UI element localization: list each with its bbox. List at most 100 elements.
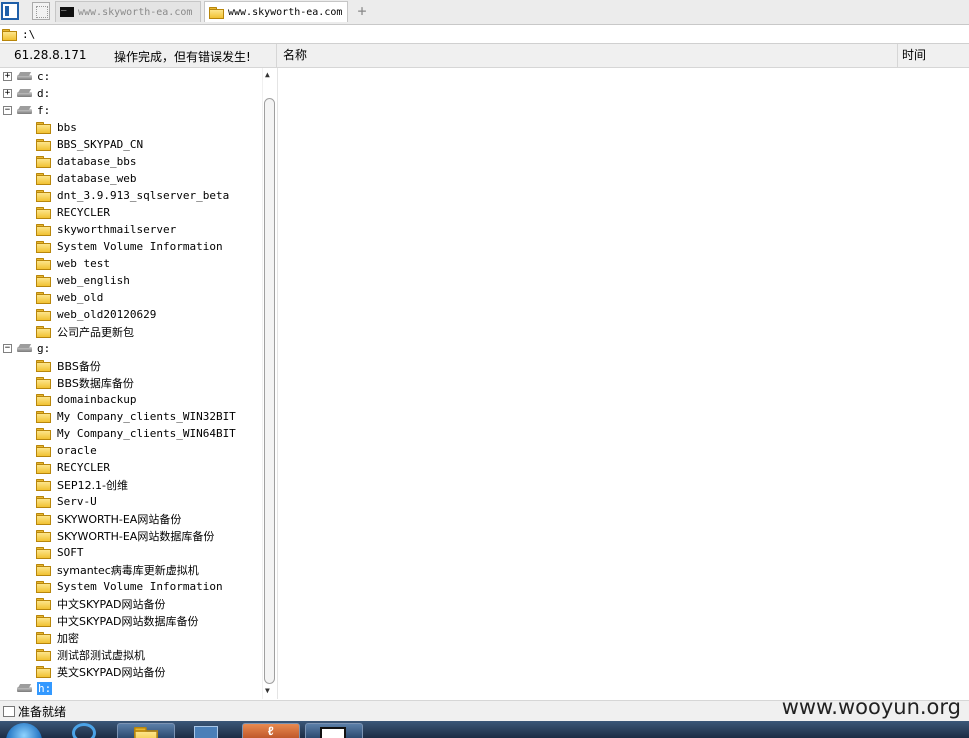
tree-node-label: 公司产品更新包 <box>57 325 134 339</box>
tree-folder-node[interactable]: web_old <box>36 289 103 306</box>
folder-icon <box>36 241 51 253</box>
tree-node-label: 中文SKYPAD网站数据库备份 <box>57 614 199 628</box>
collapse-icon[interactable]: − <box>3 344 12 353</box>
tree-folder-node[interactable]: RECYCLER <box>36 204 110 221</box>
tree-node-label: System Volume Information <box>57 580 223 593</box>
folder-icon <box>36 292 51 304</box>
tree-node-label: SEP12.1-创维 <box>57 478 129 492</box>
tree-folder-node[interactable]: My Company_clients_WIN64BIT <box>36 425 236 442</box>
tree-folder-node[interactable]: 公司产品更新包 <box>36 323 134 340</box>
folder-icon <box>36 411 51 423</box>
scroll-up-icon[interactable]: ▲ <box>265 70 270 79</box>
folder-icon <box>209 6 224 19</box>
status-text: 准备就绪 <box>18 704 67 719</box>
tree-node-label: Serv-U <box>57 495 97 508</box>
tree-folder-node[interactable]: symantec病毒库更新虚拟机 <box>36 561 199 578</box>
tree-folder-node[interactable]: dnt_3.9.913_sqlserver_beta <box>36 187 229 204</box>
column-header-time[interactable]: 时间 <box>897 44 969 67</box>
tree-folder-node[interactable]: web_english <box>36 272 130 289</box>
tree-node-label: symantec病毒库更新虚拟机 <box>57 563 199 577</box>
tree-scrollbar[interactable]: ▲ ▼ <box>262 68 277 699</box>
taskbar-ie-icon[interactable] <box>50 723 110 738</box>
tree-node-label: BBS备份 <box>57 359 101 373</box>
tree-folder-node[interactable]: 中文SKYPAD网站数据库备份 <box>36 612 198 629</box>
column-header-name[interactable]: 名称 <box>276 44 307 67</box>
tree-folder-node[interactable]: BBS_SKYPAD_CN <box>36 136 143 153</box>
status-icon <box>3 705 15 717</box>
folder-icon <box>36 377 51 389</box>
tree-drive-node[interactable]: + d: <box>3 85 50 102</box>
tree-folder-node[interactable]: BBS备份 <box>36 357 101 374</box>
tree-node-label: domainbackup <box>57 393 137 406</box>
expand-icon[interactable]: + <box>3 89 12 98</box>
operation-status: 操作完成，但有错误发生! <box>114 50 251 64</box>
tree-node-label: dnt_3.9.913_sqlserver_beta <box>57 189 230 202</box>
folder-icon <box>36 122 51 134</box>
tree-node-label: BBS_SKYPAD_CN <box>57 138 144 151</box>
tree-folder-node[interactable]: Serv-U <box>36 493 97 510</box>
tree-folder-node[interactable]: web_old20120629 <box>36 306 156 323</box>
tree-folder-node[interactable]: 加密 <box>36 629 79 646</box>
taskbar-media-icon[interactable] <box>180 723 238 738</box>
tree-drive-node[interactable]: − f: <box>3 102 50 119</box>
tree-drive-node[interactable]: + c: <box>3 68 50 85</box>
tree-node-label: bbs <box>57 121 77 134</box>
tree-folder-node[interactable]: SEP12.1-创维 <box>36 476 128 493</box>
tree-folder-node[interactable]: System Volume Information <box>36 238 223 255</box>
tree-folder-node[interactable]: SOFT <box>36 544 84 561</box>
tree-folder-node[interactable]: SKYWORTH-EA网站备份 <box>36 510 181 527</box>
tree-node-label: h: <box>37 682 53 695</box>
console-icon <box>60 2 74 17</box>
tree-folder-node[interactable]: oracle <box>36 442 97 459</box>
tree-folder-node[interactable]: skyworthmailserver <box>36 221 176 238</box>
folder-icon <box>36 309 51 321</box>
drive-icon <box>17 89 32 98</box>
tree-folder-node[interactable]: RECYCLER <box>36 459 110 476</box>
tree-folder-node[interactable]: SKYWORTH-EA网站数据库备份 <box>36 527 214 544</box>
tab-console[interactable]: www.skyworth-ea.com <box>55 1 201 22</box>
app-logo-icon[interactable] <box>1 2 19 20</box>
tree-node-label: database_bbs <box>57 155 137 168</box>
scroll-down-icon[interactable]: ▼ <box>265 686 270 695</box>
file-list[interactable] <box>277 68 969 699</box>
new-window-icon[interactable] <box>32 2 50 20</box>
start-button[interactable] <box>6 723 42 738</box>
taskbar-explorer-button[interactable] <box>117 723 175 738</box>
collapse-icon[interactable]: − <box>3 106 12 115</box>
tree-folder-node[interactable]: 中文SKYPAD网站备份 <box>36 595 165 612</box>
tree-node-label: 加密 <box>57 631 79 645</box>
tree-folder-node[interactable]: BBS数据库备份 <box>36 374 134 391</box>
tree-node-label: web test <box>57 257 110 270</box>
tree-drive-node[interactable]: − g: <box>3 340 51 357</box>
tree-folder-node[interactable]: System Volume Information <box>36 578 223 595</box>
folder-icon <box>36 275 51 287</box>
tree-folder-node[interactable]: web test <box>36 255 110 272</box>
taskbar-app-button[interactable]: ℓ <box>242 723 300 738</box>
tree-folder-node[interactable]: 测试部测试虚拟机 <box>36 646 145 663</box>
tree-node-label: SOFT <box>57 546 84 559</box>
folder-icon <box>36 156 51 168</box>
tab-label: www.skyworth-ea.com <box>78 6 193 18</box>
path-input[interactable]: :\ <box>22 28 35 41</box>
tab-file-manager[interactable]: www.skyworth-ea.com <box>204 1 348 22</box>
tree-node-label: web_english <box>57 274 130 287</box>
expand-icon[interactable]: + <box>3 72 12 81</box>
folder-icon <box>36 462 51 474</box>
tree-folder-node[interactable]: database_bbs <box>36 153 136 170</box>
scroll-thumb[interactable] <box>264 98 275 684</box>
add-tab-button[interactable]: + <box>354 2 370 20</box>
folder-icon <box>36 513 51 525</box>
tree-folder-node[interactable]: 英文SKYPAD网站备份 <box>36 663 165 680</box>
tab-bar: www.skyworth-ea.com www.skyworth-ea.com … <box>0 0 969 25</box>
drive-icon <box>17 344 32 353</box>
tree-folder-node[interactable]: bbs <box>36 119 77 136</box>
folder-icon <box>36 581 51 593</box>
tree-folder-node[interactable]: My Company_clients_WIN32BIT <box>36 408 236 425</box>
tree-drive-node[interactable]: h: <box>17 680 53 697</box>
tree-folder-node[interactable]: database_web <box>36 170 136 187</box>
tree-node-label: g: <box>37 342 51 355</box>
drive-icon <box>17 684 32 693</box>
tree-folder-node[interactable]: domainbackup <box>36 391 136 408</box>
tree-node-label: web_old20120629 <box>57 308 157 321</box>
taskbar-window-button[interactable] <box>305 723 363 738</box>
